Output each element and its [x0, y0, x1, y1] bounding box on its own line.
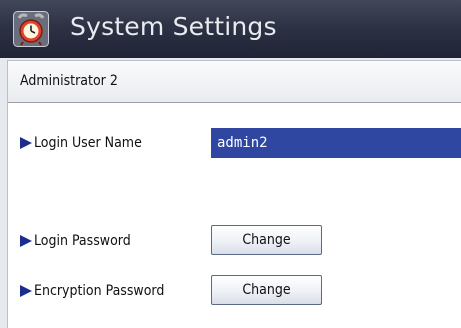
alarm-clock-icon	[13, 11, 49, 47]
arrow-right-icon	[20, 235, 32, 247]
arrow-right-icon	[20, 137, 32, 149]
window-title: System Settings	[70, 12, 277, 41]
arrow-right-icon	[20, 285, 32, 297]
login-user-name-field[interactable]: admin2	[211, 128, 461, 158]
login-user-name-label: Login User Name	[34, 135, 142, 151]
change-encryption-password-button[interactable]: Change	[211, 275, 322, 305]
section-header: Administrator 2	[8, 61, 461, 103]
login-password-label: Login Password	[34, 233, 131, 249]
encryption-password-label: Encryption Password	[34, 283, 165, 299]
login-user-name-row: Login User Name	[20, 135, 142, 151]
login-password-row: Login Password	[20, 233, 131, 249]
title-bar: System Settings	[0, 0, 461, 58]
encryption-password-row: Encryption Password	[20, 283, 164, 299]
section-title: Administrator 2	[20, 73, 118, 89]
settings-panel: Administrator 2 Login User Name admin2 L…	[7, 60, 461, 328]
change-login-password-button[interactable]: Change	[211, 225, 322, 255]
